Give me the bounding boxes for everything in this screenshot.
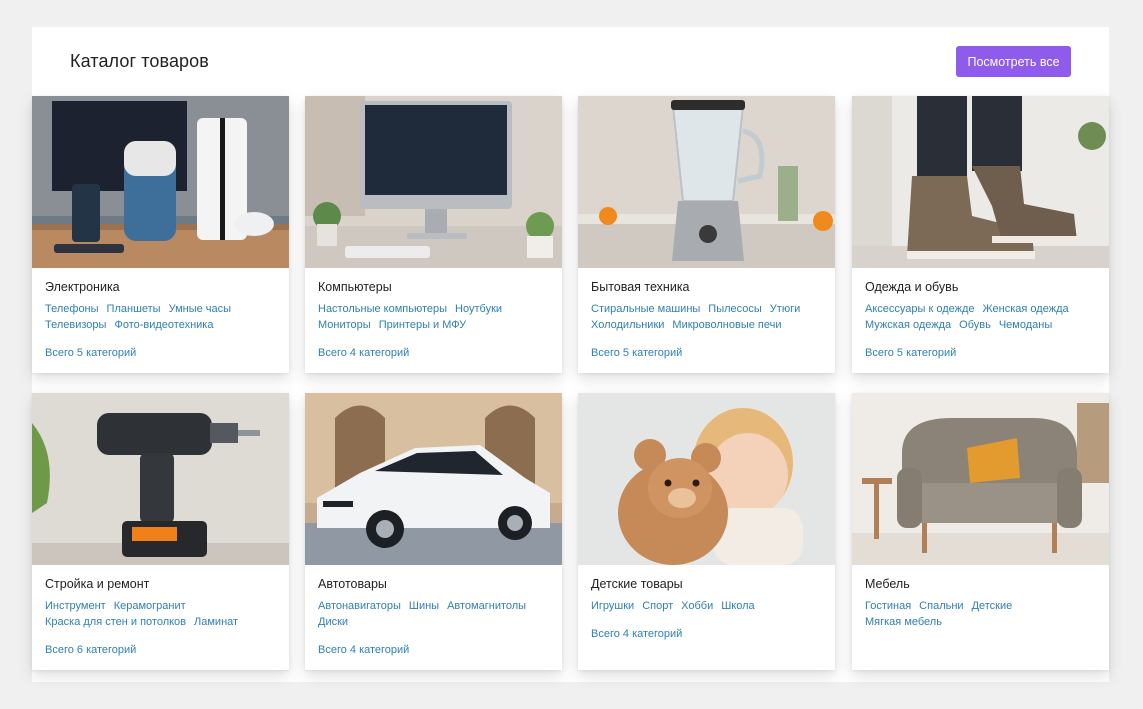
subcategory-links: Игрушки Спорт Хобби Школа — [591, 598, 827, 614]
category-total-link[interactable]: Всего 4 категорий — [318, 347, 409, 359]
category-image-furniture[interactable] — [852, 393, 1109, 565]
subcategory-links: Телефоны Планшеты Умные часы Телевизоры Фото… — [45, 301, 281, 333]
subcategory-link[interactable]: Детские — [972, 598, 1013, 614]
subcategory-link[interactable]: Игрушки — [591, 598, 634, 614]
category-card-auto[interactable]: Автотовары Автонавигаторы Шины Автомагнито… — [305, 393, 562, 670]
category-title[interactable]: Одежда и обувь — [865, 280, 958, 294]
subcategory-link[interactable]: Фото-видеотехника — [114, 317, 213, 333]
subcategory-link[interactable]: Ламинат — [194, 614, 238, 630]
subcategory-link[interactable]: Краска для стен и потолков — [45, 614, 186, 630]
subcategory-links: Аксессуары к одежде Женская одежда Мужская… — [865, 301, 1101, 333]
subcategory-link[interactable]: Стиральные машины — [591, 301, 700, 317]
category-card-clothing[interactable]: Одежда и обувь Аксессуары к одежде Женска… — [852, 96, 1109, 373]
subcategory-link[interactable]: Планшеты — [107, 301, 161, 317]
subcategory-link[interactable]: Мягкая мебель — [865, 614, 942, 630]
subcategory-link[interactable]: Мониторы — [318, 317, 371, 333]
category-title[interactable]: Стройка и ремонт — [45, 577, 149, 591]
category-total-link[interactable]: Всего 4 категорий — [591, 628, 682, 640]
category-image-construction[interactable] — [32, 393, 289, 565]
subcategory-link[interactable]: Гостиная — [865, 598, 911, 614]
view-all-button[interactable]: Посмотреть все — [956, 46, 1071, 77]
category-card-appliances[interactable]: Бытовая техника Стиральные машины Пылесос… — [578, 96, 835, 373]
category-card-furniture[interactable]: Мебель Гостиная Спальни Детские Мягкая мебе… — [852, 393, 1109, 670]
subcategory-links: Инструмент КерамогранитКраска для стен и … — [45, 598, 281, 630]
catalog-panel: Каталог товаров Посмотреть все Электрони… — [32, 27, 1109, 682]
subcategory-link[interactable]: Холодильники — [591, 317, 664, 333]
category-title[interactable]: Бытовая техника — [591, 280, 690, 294]
category-image-computers[interactable] — [305, 96, 562, 268]
subcategory-link[interactable]: Аксессуары к одежде — [865, 301, 975, 317]
category-image-clothing[interactable] — [852, 96, 1109, 268]
subcategory-link[interactable]: Настольные компьютеры — [318, 301, 447, 317]
category-total-link[interactable]: Всего 6 категорий — [45, 644, 136, 656]
category-image-appliances[interactable] — [578, 96, 835, 268]
subcategory-link[interactable]: Умные часы — [169, 301, 231, 317]
category-total-link[interactable]: Всего 5 категорий — [865, 347, 956, 359]
subcategory-link[interactable]: Инструмент — [45, 598, 106, 614]
category-title[interactable]: Детские товары — [591, 577, 683, 591]
category-image-auto[interactable] — [305, 393, 562, 565]
subcategory-link[interactable]: Хобби — [681, 598, 713, 614]
subcategory-links: Настольные компьютеры Ноутбуки Мониторы При… — [318, 301, 554, 333]
category-card-computers[interactable]: Компьютеры Настольные компьютеры Ноутбуки… — [305, 96, 562, 373]
subcategory-link[interactable]: Школа — [721, 598, 754, 614]
subcategory-link[interactable]: Ноутбуки — [455, 301, 502, 317]
subcategory-link[interactable]: Автомагнитолы — [447, 598, 526, 614]
category-card-construction[interactable]: Стройка и ремонт Инструмент КерамогранитК… — [32, 393, 289, 670]
subcategory-link[interactable]: Спорт — [642, 598, 673, 614]
subcategory-link[interactable]: Автонавигаторы — [318, 598, 401, 614]
page-title: Каталог товаров — [70, 51, 209, 71]
category-image-electronics[interactable] — [32, 96, 289, 268]
subcategory-link[interactable]: Диски — [318, 614, 348, 630]
category-total-link[interactable]: Всего 4 категорий — [318, 644, 409, 656]
category-image-kids[interactable] — [578, 393, 835, 565]
category-title[interactable]: Автотовары — [318, 577, 387, 591]
category-title[interactable]: Компьютеры — [318, 280, 392, 294]
category-title[interactable]: Мебель — [865, 577, 910, 591]
subcategory-link[interactable]: Чемоданы — [999, 317, 1052, 333]
subcategory-link[interactable]: Спальни — [919, 598, 963, 614]
subcategory-link[interactable]: Обувь — [959, 317, 991, 333]
category-card-kids[interactable]: Детские товары Игрушки Спорт Хобби Школа Вс… — [578, 393, 835, 670]
category-card-electronics[interactable]: Электроника Телефоны Планшеты Умные часыТе… — [32, 96, 289, 373]
subcategory-link[interactable]: Телевизоры — [45, 317, 106, 333]
subcategory-links: Автонавигаторы Шины Автомагнитолы Диски — [318, 598, 554, 630]
catalog-header: Каталог товаров Посмотреть все — [32, 27, 1109, 96]
category-total-link[interactable]: Всего 5 категорий — [45, 347, 136, 359]
subcategory-link[interactable]: Микроволновые печи — [672, 317, 781, 333]
subcategory-link[interactable]: Женская одежда — [983, 301, 1069, 317]
subcategory-link[interactable]: Мужская одежда — [865, 317, 951, 333]
subcategory-links: Гостиная Спальни Детские Мягкая мебель — [865, 598, 1101, 630]
category-total-link[interactable]: Всего 5 категорий — [591, 347, 682, 359]
subcategory-link[interactable]: Телефоны — [45, 301, 99, 317]
subcategory-link[interactable]: Пылесосы — [708, 301, 762, 317]
subcategory-link[interactable]: Керамогранит — [114, 598, 186, 614]
subcategory-link[interactable]: Принтеры и МФУ — [379, 317, 466, 333]
subcategory-links: Стиральные машины Пылесосы Утюги Холодильни… — [591, 301, 827, 333]
subcategory-link[interactable]: Утюги — [770, 301, 800, 317]
category-title[interactable]: Электроника — [45, 280, 120, 294]
subcategory-link[interactable]: Шины — [409, 598, 439, 614]
